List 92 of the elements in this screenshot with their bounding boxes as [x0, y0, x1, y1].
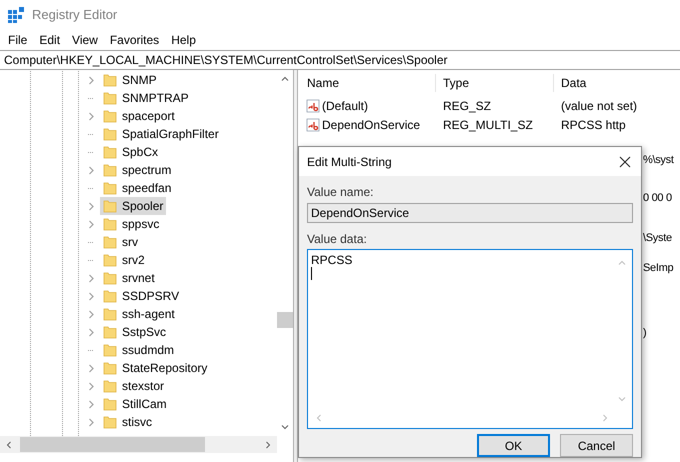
folder-icon [103, 145, 117, 159]
scroll-down-icon[interactable] [281, 425, 289, 430]
tree-item[interactable]: SNMP [100, 71, 160, 89]
folder-icon [103, 253, 117, 267]
scroll-right-icon[interactable] [266, 441, 271, 449]
tree-item[interactable]: stexstor [100, 377, 168, 395]
folder-icon [103, 325, 117, 339]
folder-icon [103, 163, 117, 177]
value-name-field[interactable]: DependOnService [307, 203, 633, 223]
column-header[interactable]: Name [298, 74, 436, 92]
string-value-icon [306, 98, 320, 112]
scroll-up-icon[interactable] [281, 76, 289, 81]
folder-icon [103, 271, 117, 285]
expander-icon[interactable] [88, 418, 95, 426]
value-data: RPCSS http [560, 116, 626, 134]
tree-item[interactable]: SstpSvc [100, 323, 170, 341]
tree-item[interactable]: spectrum [100, 161, 174, 179]
menu-item[interactable]: Help [167, 30, 200, 50]
value-type: REG_MULTI_SZ [442, 116, 534, 134]
folder-icon [103, 361, 117, 375]
folder-icon [103, 235, 117, 249]
folder-icon [103, 343, 117, 357]
text-caret [311, 267, 312, 280]
expander-icon[interactable] [88, 310, 95, 318]
folder-icon [103, 91, 117, 105]
tree-item[interactable]: srv2 [100, 251, 148, 269]
field-label: Value name: [307, 185, 374, 199]
folder-icon [103, 415, 117, 429]
folder-icon [103, 199, 117, 213]
expander-icon[interactable] [88, 292, 95, 300]
scrollbar-thumb[interactable] [20, 437, 205, 452]
tree-item[interactable]: ssh-agent [100, 305, 178, 323]
folder-icon [103, 217, 117, 231]
tree-item[interactable]: spaceport [100, 107, 178, 125]
tree-item[interactable]: SSDPSRV [100, 287, 182, 305]
menu-item[interactable]: Edit [35, 30, 64, 50]
folder-icon [103, 379, 117, 393]
field-label: Value data: [307, 232, 368, 246]
value-data: 0 00 0 [643, 191, 672, 206]
folder-icon [103, 73, 117, 87]
dialog-title: Edit Multi-String [307, 154, 392, 170]
horizontal-scrollbar[interactable] [0, 436, 277, 453]
string-value-icon [306, 118, 320, 132]
tree-item[interactable]: srvnet [100, 269, 158, 287]
tree-item[interactable]: StillCam [100, 395, 170, 413]
scroll-left-icon[interactable] [6, 441, 11, 449]
address-bar[interactable]: Computer\HKEY_LOCAL_MACHINE\SYSTEM\CurrentControlSet\Services\Spooler [4, 51, 448, 69]
tree-item[interactable]: sppsvc [100, 215, 162, 233]
value-data: %\syst [643, 153, 674, 168]
tree-item[interactable]: Spooler [100, 197, 166, 215]
expander-icon[interactable] [88, 328, 95, 336]
expander-icon[interactable] [88, 76, 95, 84]
expander-icon[interactable] [88, 202, 95, 210]
tree-item[interactable]: SpbCx [100, 143, 162, 161]
cancel-button[interactable]: Cancel [560, 434, 633, 457]
value-data: \Syste [643, 231, 672, 246]
tree-item[interactable]: SpatialGraphFilter [100, 125, 222, 143]
tree-item[interactable]: srv [100, 233, 141, 251]
expander-icon[interactable] [88, 400, 95, 408]
value-data: ) [643, 326, 646, 341]
value-data: (value not set) [560, 98, 638, 114]
window-title: Registry Editor [32, 6, 118, 24]
value-name: DependOnService [322, 116, 420, 134]
value-name: (Default) [322, 98, 368, 114]
tree-item[interactable]: stisvc [100, 413, 155, 431]
menu-item[interactable]: Favorites [106, 30, 164, 50]
ok-button[interactable]: OK [477, 434, 550, 457]
folder-icon [103, 397, 117, 411]
expander-icon[interactable] [88, 220, 95, 228]
value-type: REG_SZ [442, 98, 492, 114]
expander-icon[interactable] [88, 166, 95, 174]
expander-icon[interactable] [88, 382, 95, 390]
menu-item[interactable]: File [4, 30, 32, 50]
tree-item[interactable]: ssudmdm [100, 341, 178, 359]
folder-icon [103, 181, 117, 195]
column-header[interactable]: Data [554, 74, 586, 92]
column-header[interactable]: Type [436, 74, 554, 92]
app-icon [8, 7, 24, 23]
scrollbar-thumb[interactable] [277, 312, 293, 328]
expander-icon[interactable] [88, 274, 95, 282]
tree-item[interactable]: speedfan [100, 179, 174, 197]
folder-icon [103, 127, 117, 141]
folder-icon [103, 289, 117, 303]
expander-icon[interactable] [88, 112, 95, 120]
close-icon[interactable] [619, 156, 631, 168]
folder-icon [103, 109, 117, 123]
menu-item[interactable]: View [68, 30, 102, 50]
folder-icon [103, 307, 117, 321]
tree-item[interactable]: SNMPTRAP [100, 89, 192, 107]
tree-item[interactable]: StateRepository [100, 359, 210, 377]
expander-icon[interactable] [88, 364, 95, 372]
value-data: SeImp [643, 261, 674, 276]
